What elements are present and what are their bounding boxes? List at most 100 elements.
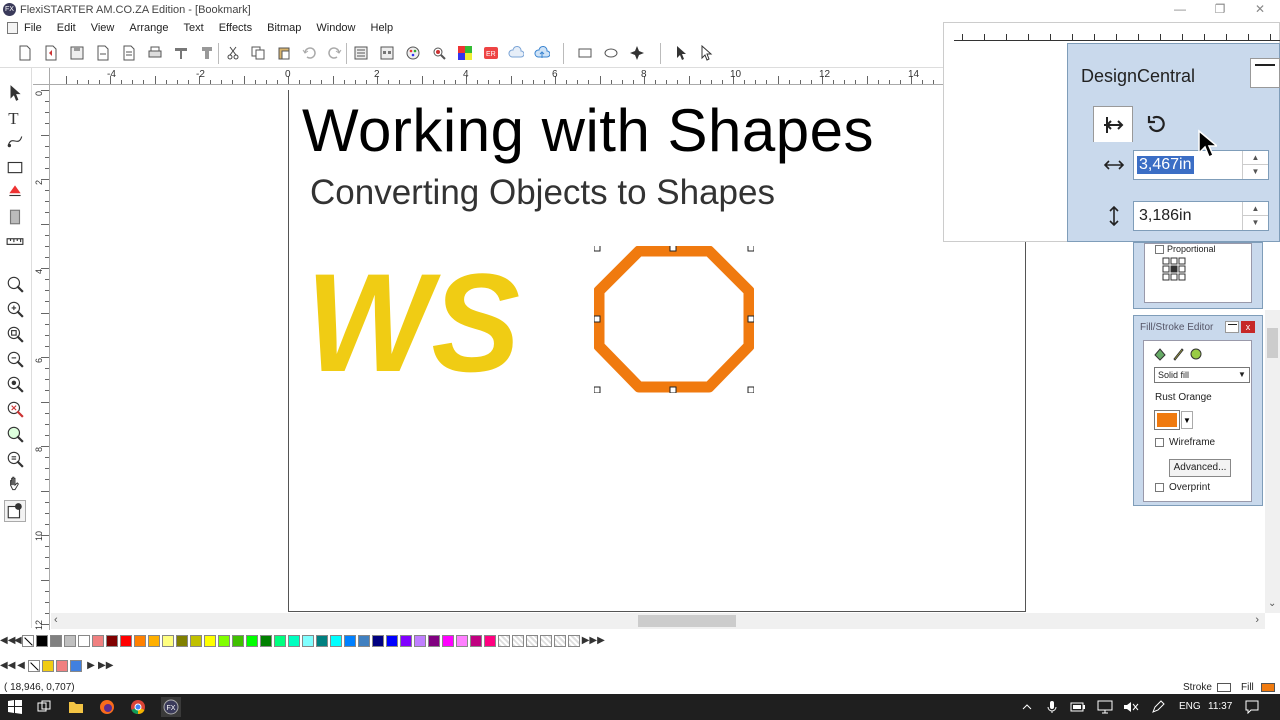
paste-icon[interactable] — [275, 44, 293, 62]
color-palette-icon[interactable] — [404, 44, 422, 62]
palette-prev-icon[interactable]: ◀ — [14, 634, 22, 648]
chrome-icon[interactable] — [130, 699, 146, 715]
color-swatch[interactable] — [49, 634, 62, 647]
menu-file[interactable]: File — [24, 22, 42, 34]
menu-bitmap[interactable]: Bitmap — [267, 22, 301, 34]
width-up-icon[interactable]: ▲ — [1243, 151, 1268, 165]
save-icon[interactable] — [68, 44, 86, 62]
color-swatch[interactable] — [217, 634, 230, 647]
color-swatch[interactable] — [147, 634, 160, 647]
vertical-ruler[interactable]: 0 2 4 6 8 10 12 — [33, 85, 50, 630]
horizontal-ruler[interactable]: -4 -2 0 2 4 6 8 10 12 14 — [50, 68, 943, 85]
text-tool-icon[interactable]: T — [4, 106, 26, 128]
overprint-checkbox[interactable] — [1155, 483, 1164, 492]
color-swatch[interactable] — [329, 634, 342, 647]
language-indicator[interactable]: ENG — [1179, 701, 1201, 712]
palette-first-icon[interactable]: ◀◀ — [0, 634, 15, 648]
volume-muted-icon[interactable] — [1123, 699, 1139, 715]
menu-effects[interactable]: Effects — [219, 22, 252, 34]
anchor-grid-icon[interactable] — [1161, 256, 1187, 282]
eraser-tool-icon[interactable] — [4, 206, 26, 228]
color-swatch[interactable] — [42, 659, 54, 672]
network-icon[interactable] — [1097, 699, 1113, 715]
no-color-swatch[interactable] — [21, 634, 34, 647]
production-icon[interactable] — [198, 44, 216, 62]
job-properties-icon[interactable] — [378, 44, 396, 62]
color-swatch[interactable] — [469, 634, 482, 647]
color-swatch[interactable] — [357, 634, 370, 647]
zoom-page-icon[interactable] — [4, 323, 26, 345]
height-value[interactable]: 3,186in — [1137, 207, 1194, 225]
ellipse-tool-icon[interactable] — [602, 44, 620, 62]
color-swatch[interactable] — [455, 634, 468, 647]
document-icon[interactable] — [7, 21, 18, 34]
redo-icon[interactable] — [326, 44, 344, 62]
menu-text[interactable]: Text — [184, 22, 204, 34]
shape-tool-icon[interactable] — [4, 156, 26, 178]
node-select-arrow-icon[interactable] — [697, 44, 715, 62]
no-color-swatch[interactable] — [28, 659, 40, 672]
print-icon[interactable] — [146, 44, 164, 62]
ws-logo-shape[interactable]: WS — [312, 263, 520, 375]
cut-icon[interactable] — [224, 44, 242, 62]
height-input[interactable]: 3,186in ▲ ▼ — [1133, 201, 1269, 231]
star-tool-icon[interactable] — [628, 44, 646, 62]
menu-window[interactable]: Window — [316, 22, 355, 34]
octagon-shape[interactable] — [594, 246, 754, 393]
menu-arrange[interactable]: Arrange — [129, 22, 168, 34]
color-swatch[interactable] — [259, 634, 272, 647]
pattern-swatch[interactable] — [567, 634, 580, 647]
height-down-icon[interactable]: ▼ — [1243, 216, 1268, 230]
color-swatch[interactable] — [301, 634, 314, 647]
menu-view[interactable]: View — [91, 22, 115, 34]
new-file-icon[interactable] — [16, 44, 34, 62]
fill-color-swatch[interactable] — [1154, 410, 1180, 430]
color-swatch[interactable] — [91, 634, 104, 647]
spot-color-icon[interactable] — [430, 44, 448, 62]
size-tab-icon[interactable] — [1093, 106, 1133, 142]
ruler-origin[interactable] — [33, 68, 50, 85]
pan-tool-icon[interactable] — [4, 473, 26, 495]
width-value[interactable]: 3,467in — [1137, 156, 1194, 174]
menu-edit[interactable]: Edit — [57, 22, 76, 34]
pattern-swatch[interactable] — [497, 634, 510, 647]
select-tool-icon[interactable] — [4, 82, 26, 104]
fill-indicator[interactable] — [1261, 683, 1275, 692]
color-swatch[interactable] — [413, 634, 426, 647]
color-matching-icon[interactable] — [456, 44, 474, 62]
height-spinner[interactable]: ▲ ▼ — [1242, 202, 1268, 230]
fill-stroke-minimize-button[interactable] — [1225, 321, 1239, 333]
pen-icon[interactable] — [1150, 699, 1166, 715]
stroke-tab-icon[interactable] — [1170, 347, 1186, 361]
measure-tool-icon[interactable] — [4, 230, 26, 252]
zoom-out-icon[interactable] — [4, 348, 26, 370]
color-swatch[interactable] — [119, 634, 132, 647]
color-swatch[interactable] — [189, 634, 202, 647]
scroll-right-icon[interactable]: › — [1255, 614, 1259, 626]
pattern-swatch[interactable] — [553, 634, 566, 647]
palette-next-icon[interactable]: ▶ — [582, 634, 590, 648]
color-swatch[interactable] — [161, 634, 174, 647]
task-view-icon[interactable] — [36, 699, 52, 715]
palette2-last-icon[interactable]: ▶▶ — [98, 659, 113, 673]
rectangle-tool-icon[interactable] — [576, 44, 594, 62]
color-swatch[interactable] — [441, 634, 454, 647]
vertical-scroll-thumb[interactable] — [1267, 328, 1278, 358]
color-swatch[interactable] — [245, 634, 258, 647]
cut-send-icon[interactable] — [172, 44, 190, 62]
color-swatch[interactable] — [427, 634, 440, 647]
color-swatch[interactable] — [399, 634, 412, 647]
windows-start-icon[interactable] — [7, 699, 23, 715]
color-swatch[interactable] — [77, 634, 90, 647]
battery-icon[interactable] — [1070, 699, 1086, 715]
firefox-icon[interactable] — [99, 699, 115, 715]
zoom-actual-icon[interactable] — [4, 448, 26, 470]
color-swatch[interactable] — [287, 634, 300, 647]
fill-type-select[interactable]: Solid fill ▼ — [1154, 367, 1250, 383]
clock[interactable]: 11:37 — [1208, 701, 1232, 712]
color-swatch[interactable] — [56, 659, 68, 672]
wireframe-checkbox[interactable] — [1155, 438, 1164, 447]
vertical-scrollbar[interactable]: ⌄ — [1265, 310, 1280, 613]
subheading-text[interactable]: Converting Objects to Shapes — [310, 173, 775, 213]
fill-stroke-tool-icon[interactable] — [4, 500, 26, 522]
